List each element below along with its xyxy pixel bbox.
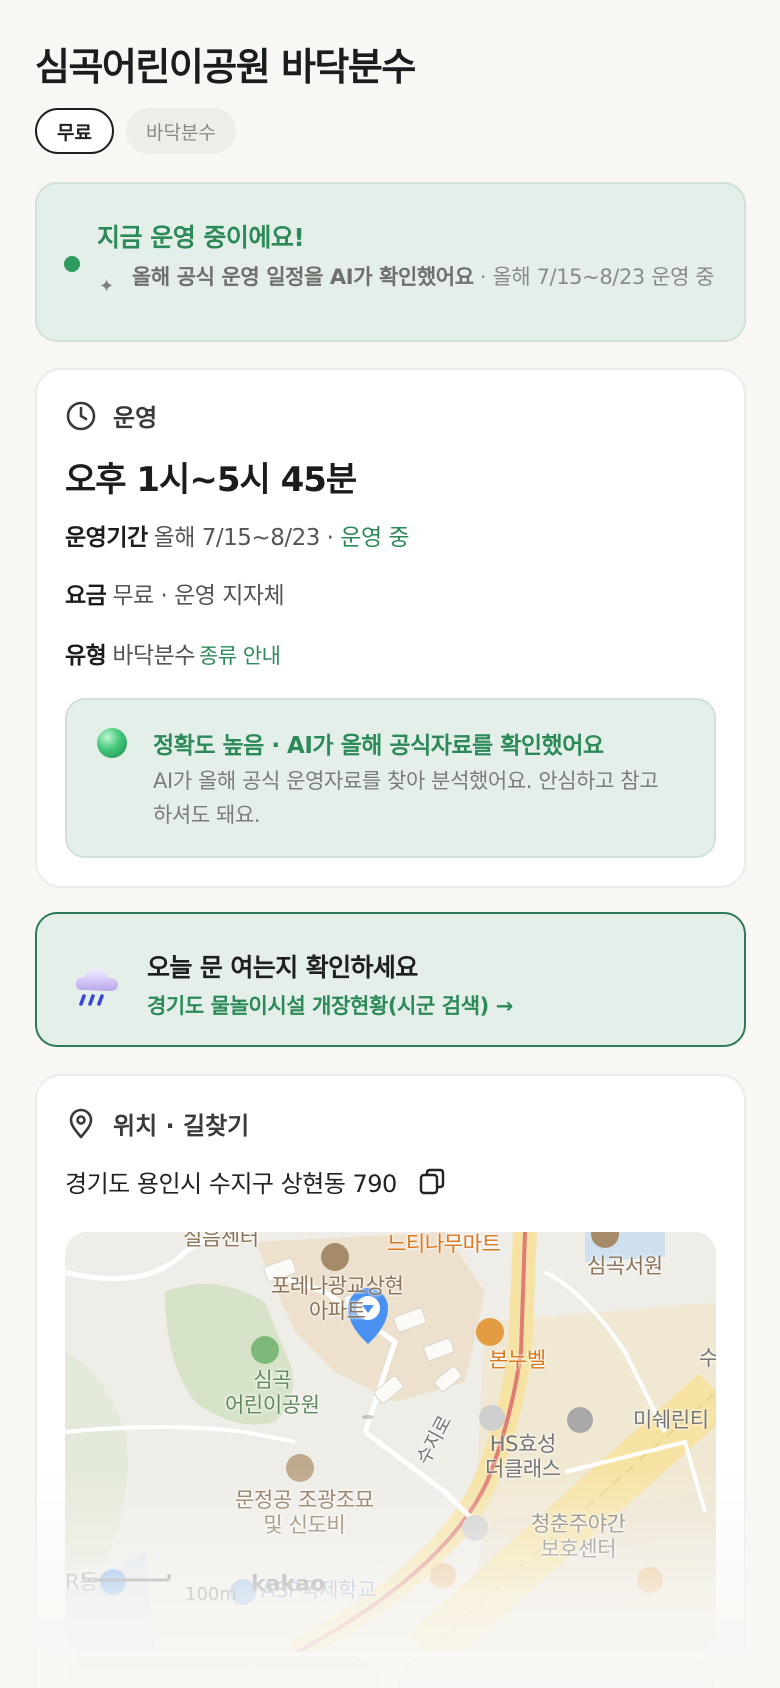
period-status: 운영 중: [340, 525, 410, 551]
map-brand-logo: kakao: [251, 1572, 326, 1597]
type-label: 유형: [65, 643, 107, 669]
type-row: 유형 바닥분수 종류 안내: [65, 636, 281, 670]
address-row: 경기도 용인시 수지구 상현동 790: [65, 1164, 447, 1199]
status-sub-bold: 올해 공식 운영 일정을 AI가 확인했어요: [132, 265, 474, 289]
location-header: 위치 · 길찾기: [65, 1106, 249, 1141]
location-card: 위치 · 길찾기 경기도 용인시 수지구 상현동 790 실음센터 느티나무마트…: [35, 1074, 746, 1688]
status-subtitle: 올해 공식 운영 일정을 AI가 확인했어요 · 올해 7/15~8/23 운영…: [132, 262, 732, 292]
address-text: 경기도 용인시 수지구 상현동 790: [65, 1170, 397, 1198]
chip-type[interactable]: 바닥분수: [125, 108, 236, 154]
map-label-youth-center[interactable]: 청춘주야간 보호센터: [531, 1512, 626, 1562]
pin-icon: [69, 1108, 93, 1138]
bottom-action-right[interactable]: [398, 1656, 714, 1688]
status-banner: 지금 운영 중이에요! ✦ 올해 공식 운영 일정을 AI가 확인했어요 · 올…: [35, 182, 746, 342]
map-label-top-partial: 실음센터: [183, 1232, 259, 1250]
map-label-beauty[interactable]: 미쉐린티: [633, 1408, 709, 1433]
rain-cloud-icon: [75, 968, 118, 1006]
period-value: 올해 7/15~8/23 ·: [153, 525, 341, 551]
open-check-title: 오늘 문 여는지 확인하세요: [147, 953, 418, 982]
type-info-link[interactable]: 종류 안내: [199, 644, 281, 668]
operation-label: 운영: [113, 404, 158, 432]
accuracy-orb-icon: [97, 728, 127, 758]
sparkle-icon: ✦: [99, 276, 115, 297]
operation-card: 운영 오후 1시~5시 45분 운영기간 올해 7/15~8/23 · 운영 중 …: [35, 368, 746, 888]
fee-row: 요금 무료 · 운영 지자체: [65, 576, 285, 610]
accuracy-description: AI가 올해 공식 운영자료를 찾아 분석했어요. 안심하고 참고하셔도 돼요.: [153, 769, 659, 827]
operating-hours: 오후 1시~5시 45분: [65, 460, 357, 500]
page-title: 심곡어린이공원 바닥분수: [35, 45, 416, 89]
map-label-park[interactable]: 심곡 어린이공원: [225, 1368, 320, 1418]
map-label-tomb[interactable]: 문정공 조광조묘 및 신도비: [235, 1488, 374, 1538]
period-row: 운영기간 올해 7/15~8/23 · 운영 중: [65, 518, 410, 552]
status-title: 지금 운영 중이에요!: [97, 223, 305, 252]
map-label-mart[interactable]: 느티나무마트: [387, 1232, 501, 1257]
map-label-library[interactable]: 심곡서원: [587, 1254, 663, 1279]
status-sub-rest: · 올해 7/15~8/23 운영 중: [473, 265, 715, 289]
location-label: 위치 · 길찾기: [113, 1112, 250, 1140]
fee-label: 요금: [65, 583, 107, 609]
map-label-building[interactable]: HS효성 더클래스: [485, 1432, 561, 1482]
accuracy-title: 정확도 높음 · AI가 올해 공식자료를 확인했어요: [153, 733, 604, 759]
open-check-banner[interactable]: 오늘 문 여는지 확인하세요 경기도 물놀이시설 개장현황(시군 검색) →: [35, 912, 746, 1047]
accuracy-box: 정확도 높음 · AI가 올해 공식자료를 확인했어요 AI가 올해 공식 운영…: [65, 698, 716, 858]
fee-value: 무료 · 운영 지자체: [112, 583, 285, 609]
clock-icon: [66, 401, 96, 430]
tag-chips: 무료 바닥분수: [35, 108, 236, 154]
chip-free[interactable]: 무료: [35, 108, 114, 154]
map-label-bakery[interactable]: 본누벨: [489, 1348, 546, 1373]
copy-icon[interactable]: [417, 1167, 447, 1197]
operation-header: 운영: [65, 398, 157, 433]
open-status-link[interactable]: 경기도 물놀이시설 개장현황(시군 검색) →: [147, 990, 513, 1020]
map-label-left-partial: R동: [65, 1570, 99, 1594]
map-view[interactable]: 실음센터 느티나무마트 심곡서원 포레나광교상현 아파트 본누벨 심곡 어린이공…: [65, 1232, 716, 1652]
map-label-apartment[interactable]: 포레나광교상현 아파트: [271, 1274, 404, 1324]
status-dot-icon: [64, 256, 80, 272]
bottom-action-left[interactable]: [64, 1656, 380, 1688]
period-label: 운영기간: [65, 525, 148, 551]
map-scale: 100m: [185, 1584, 237, 1605]
type-value: 바닥분수: [112, 643, 195, 669]
map-label-right-partial: 수: [699, 1346, 716, 1370]
